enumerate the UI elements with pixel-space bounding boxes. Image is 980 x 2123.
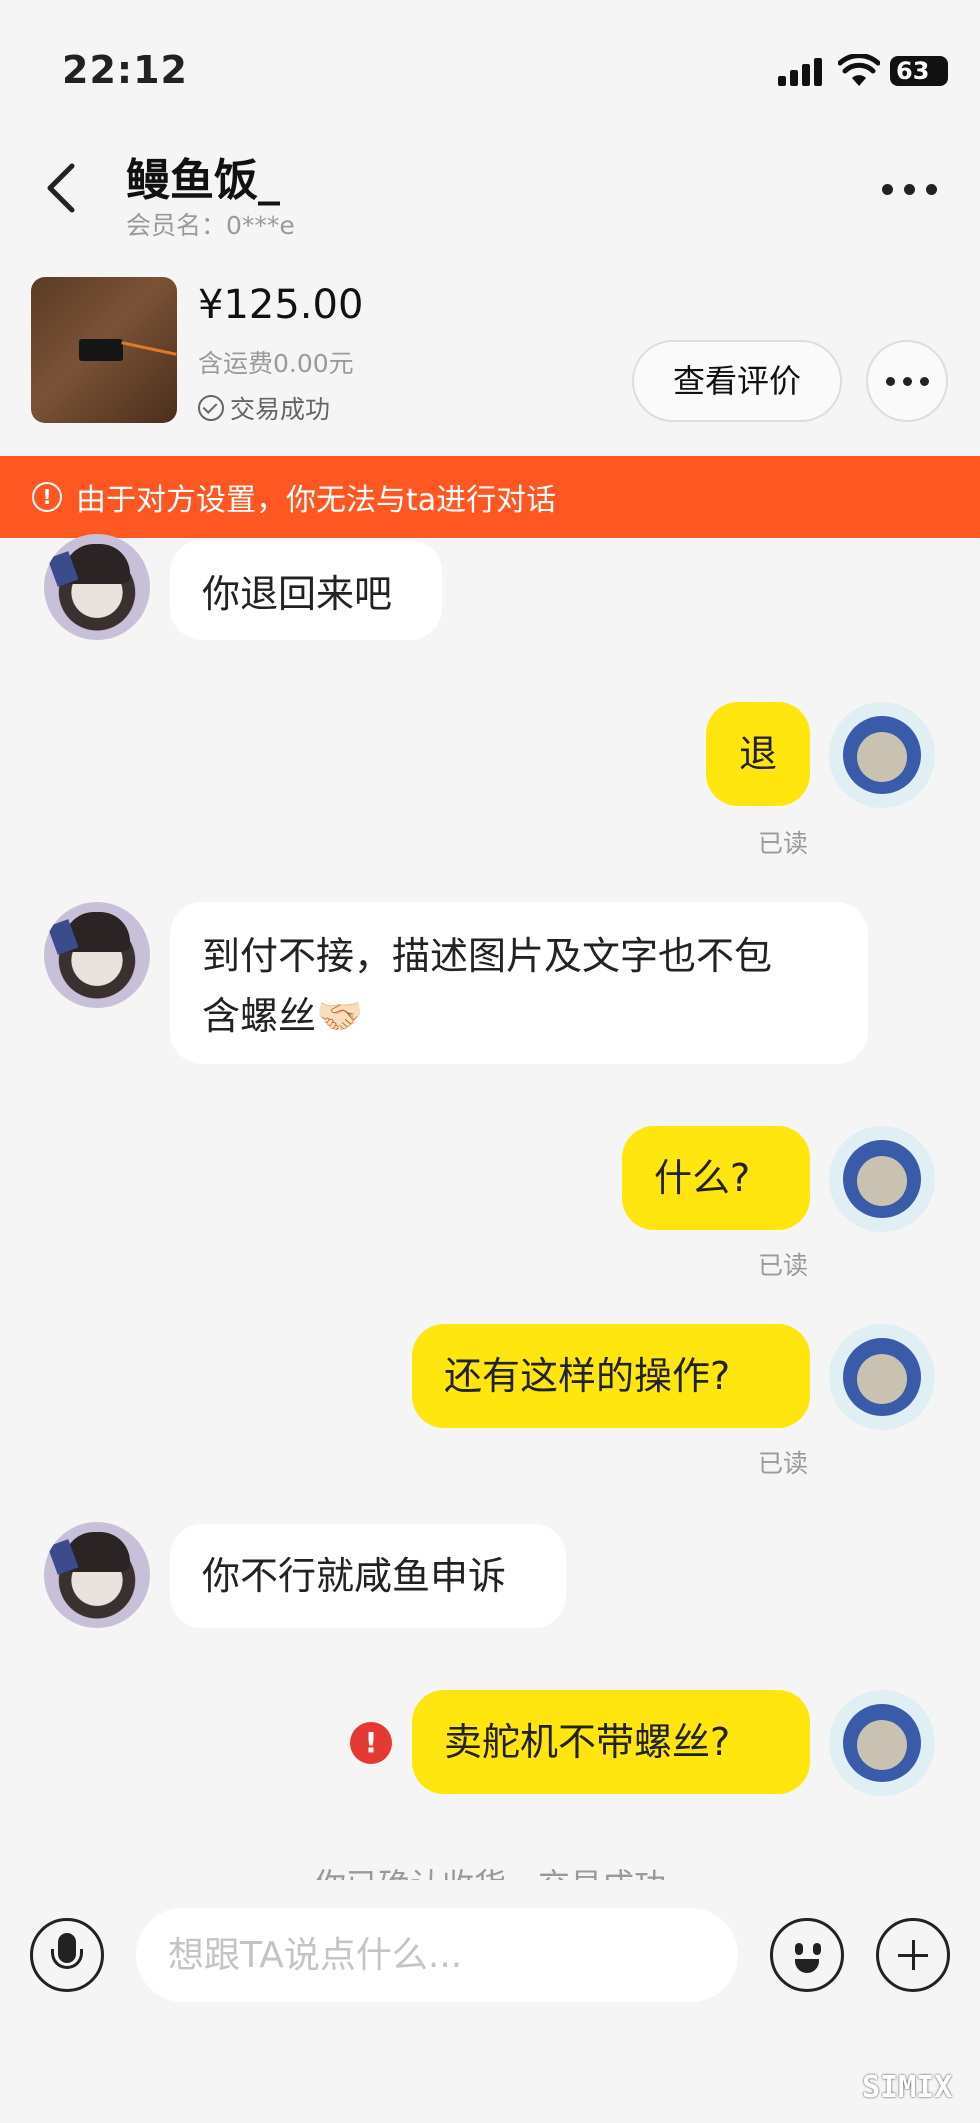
more-options-icon[interactable] [882,184,938,196]
status-time: 22:12 [62,48,188,92]
seller-avatar[interactable] [44,902,150,1008]
read-receipt: 已读 [758,1449,809,1478]
battery-icon: 63 [890,56,948,86]
my-avatar[interactable] [829,1690,935,1796]
check-circle-icon [198,395,224,421]
message-text: 什么? [654,1156,751,1200]
my-avatar[interactable] [829,702,935,808]
chat-title: 鳗鱼饭_ [126,155,280,206]
message-text: 还有这样的操作? [444,1354,731,1398]
send-failed-icon[interactable]: ! [350,1722,392,1764]
message-text-line: 到付不接，描述图片及文字也不包 [202,934,773,978]
cellular-signal-icon [778,58,824,86]
wifi-icon [838,54,880,86]
message-bubble-outgoing[interactable]: 什么? [622,1126,810,1230]
message-bubble-outgoing[interactable]: 卖舵机不带螺丝? [412,1690,810,1794]
warning-icon: ! [32,482,62,512]
message-bubble-incoming[interactable]: 你不行就咸鱼申诉 [170,1524,566,1628]
message-input[interactable] [136,1908,738,2002]
banner-text: 由于对方设置，你无法与ta进行对话 [76,483,557,518]
product-price: ¥125.00 [198,282,364,328]
seller-avatar[interactable] [44,1522,150,1628]
message-bubble-incoming[interactable]: 到付不接，描述图片及文字也不包 含螺丝🤝🏻 [170,902,868,1064]
seller-avatar[interactable] [44,534,150,640]
message-text-line: 含螺丝🤝🏻 [202,994,364,1038]
product-thumbnail[interactable] [31,277,177,423]
message-bubble-outgoing[interactable]: 退 [706,702,810,806]
restriction-banner: ! 由于对方设置，你无法与ta进行对话 [0,456,980,538]
message-bubble-incoming[interactable]: 你退回来吧 [170,540,442,640]
back-arrow-icon[interactable] [40,160,84,216]
trade-status: 交易成功 [198,390,330,426]
voice-input-button[interactable] [30,1918,104,1992]
message-text: 退 [738,732,777,776]
view-review-button[interactable]: 查看评价 [632,340,842,422]
member-name: 会员名：0***e [126,211,295,240]
my-avatar[interactable] [829,1126,935,1232]
card-more-button[interactable] [866,340,948,422]
message-text: 你退回来吧 [202,572,393,616]
trade-status-label: 交易成功 [230,395,331,424]
message-bubble-outgoing[interactable]: 还有这样的操作? [412,1324,810,1428]
watermark-logo: SIMIX [862,2070,953,2105]
message-text: 你不行就咸鱼申诉 [202,1554,507,1598]
shipping-fee: 含运费0.00元 [198,349,354,378]
more-attachments-button[interactable] [876,1918,950,1992]
read-receipt: 已读 [758,1251,809,1280]
emoji-button[interactable] [770,1918,844,1992]
my-avatar[interactable] [829,1324,935,1430]
message-text: 卖舵机不带螺丝? [444,1720,731,1764]
read-receipt: 已读 [758,829,809,858]
